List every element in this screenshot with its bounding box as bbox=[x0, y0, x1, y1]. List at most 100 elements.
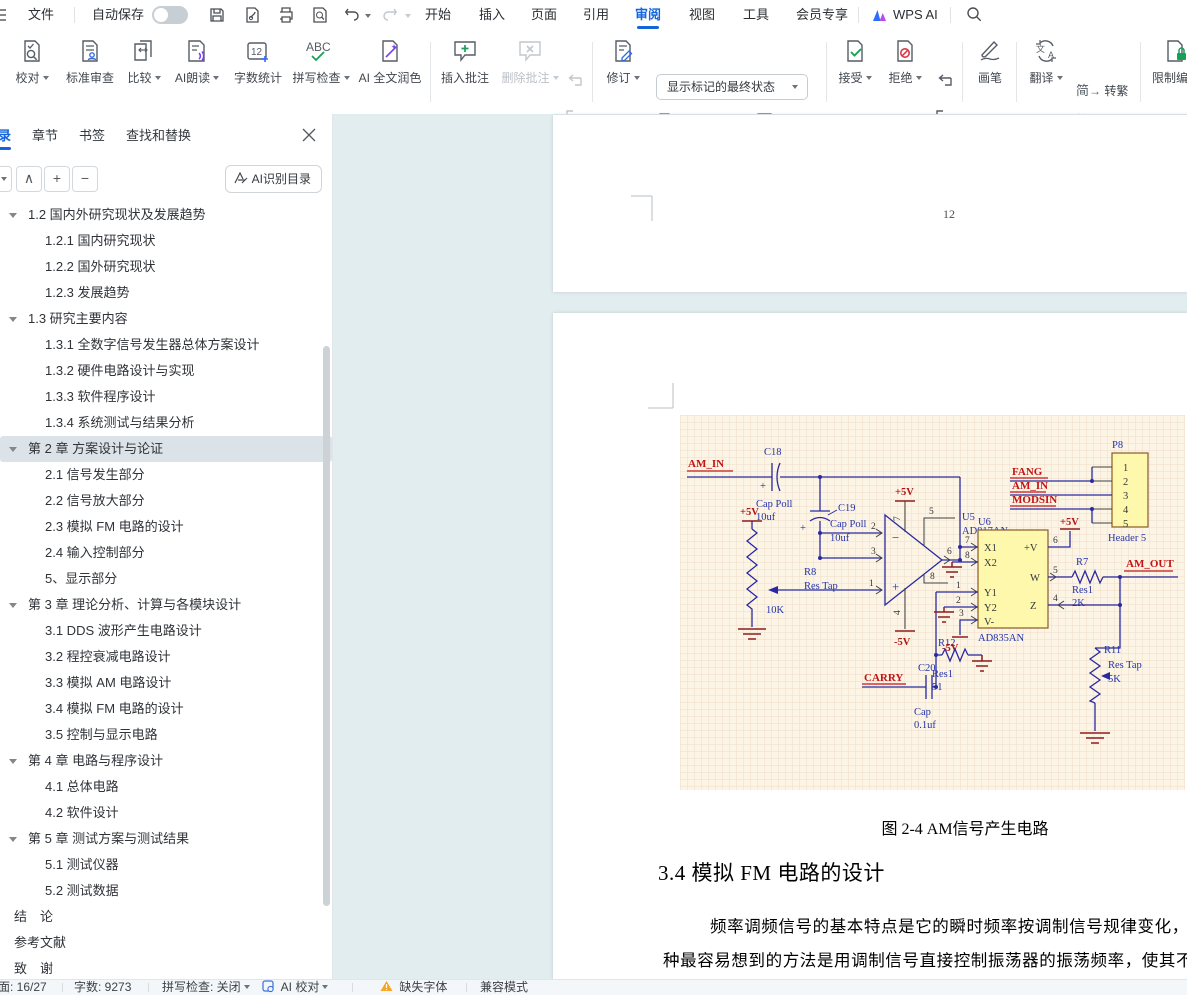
toc-item[interactable]: 1.3.4 系统测试与结果分析 bbox=[0, 410, 332, 436]
toc-item[interactable]: 3.1 DDS 波形产生电路设计 bbox=[0, 618, 332, 644]
paragraph-line-2[interactable]: 种最容易想到的方法是用调制信号直接控制振荡器的振荡频率，使其不失真 bbox=[663, 947, 1187, 971]
menu-tab-member[interactable]: 会员专享 bbox=[796, 0, 848, 30]
collapse-arrow-icon[interactable] bbox=[9, 447, 17, 452]
outline-expand-button[interactable]: + bbox=[44, 166, 70, 192]
toc-item[interactable]: 2.3 模拟 FM 电路的设计 bbox=[0, 514, 332, 540]
outline-up-button[interactable]: ∧ bbox=[16, 166, 42, 192]
undo-icon[interactable] bbox=[344, 6, 362, 24]
toc-item[interactable]: 第 2 章 方案设计与论证 bbox=[0, 436, 332, 462]
toc-item[interactable]: 2.2 信号放大部分 bbox=[0, 488, 332, 514]
menu-tab-view[interactable]: 视图 bbox=[689, 0, 715, 30]
standard-review-button[interactable]: 标准审查 bbox=[62, 38, 118, 86]
track-changes-button[interactable]: 修订 bbox=[598, 38, 648, 86]
translate-button[interactable]: 文 A 翻译 bbox=[1022, 38, 1070, 86]
ink-brush-button[interactable]: 画笔 bbox=[968, 38, 1012, 86]
menu-tab-reference[interactable]: 引用 bbox=[583, 0, 609, 30]
simplified-to-traditional-button[interactable]: 简→ 转繁 bbox=[1076, 80, 1128, 99]
toc-item[interactable]: 4.1 总体电路 bbox=[0, 774, 332, 800]
toc-item[interactable]: 3.5 控制与显示电路 bbox=[0, 722, 332, 748]
ai-polish-button[interactable]: AI 全文润色 bbox=[352, 38, 428, 86]
collapse-arrow-icon[interactable] bbox=[9, 759, 17, 764]
insert-comment-button[interactable]: 插入批注 bbox=[436, 38, 494, 86]
save-icon[interactable] bbox=[208, 6, 226, 24]
toc-item[interactable]: 2.1 信号发生部分 bbox=[0, 462, 332, 488]
collapse-arrow-icon[interactable] bbox=[9, 317, 17, 322]
word-count-button[interactable]: 12 字数统计 bbox=[230, 38, 286, 86]
toc-item[interactable]: 5、显示部分 bbox=[0, 566, 332, 592]
autosave-toggle[interactable] bbox=[152, 6, 188, 24]
toc-item[interactable]: 2.4 输入控制部分 bbox=[0, 540, 332, 566]
accept-button[interactable]: 接受 bbox=[832, 38, 878, 86]
sidebar-tab-chapters[interactable]: 章节 bbox=[32, 122, 58, 150]
toc-item[interactable]: 3.2 程控衰减电路设计 bbox=[0, 644, 332, 670]
spell-check-button[interactable]: ABC 拼写检查 bbox=[290, 38, 352, 86]
toc-item[interactable]: 第 4 章 电路与程序设计 bbox=[0, 748, 332, 774]
outline-collapse-button[interactable]: − bbox=[72, 166, 98, 192]
status-page-indicator[interactable]: 页面: 16/27 bbox=[0, 980, 47, 995]
toc-item[interactable]: 3.4 模拟 FM 电路的设计 bbox=[0, 696, 332, 722]
section-heading[interactable]: 3.4 模拟 FM 电路的设计 bbox=[658, 857, 885, 887]
menu-wps-ai[interactable]: WPS AI bbox=[893, 0, 938, 30]
toc-item[interactable]: 1.3 研究主要内容 bbox=[0, 306, 332, 332]
search-icon[interactable] bbox=[966, 6, 984, 24]
menu-tab-page[interactable]: 页面 bbox=[531, 0, 557, 30]
collapse-all-button[interactable] bbox=[0, 166, 12, 192]
collapse-arrow-icon[interactable] bbox=[9, 837, 17, 842]
status-word-count[interactable]: 字数: 9273 bbox=[74, 980, 131, 995]
toc-item[interactable]: 1.2.2 国外研究现状 bbox=[0, 254, 332, 280]
prev-comment-icon[interactable] bbox=[564, 74, 584, 92]
menu-tab-tools[interactable]: 工具 bbox=[743, 0, 769, 30]
figure-caption[interactable]: 图 2-4 AM信号产生电路 bbox=[665, 815, 1187, 839]
restrict-editing-button[interactable]: 限制编辑 bbox=[1146, 38, 1187, 86]
menu-tab-insert[interactable]: 插入 bbox=[479, 0, 505, 30]
prev-change-icon[interactable] bbox=[934, 74, 954, 92]
menu-tab-home[interactable]: 开始 bbox=[425, 0, 451, 30]
toc-item[interactable]: 1.3.2 硬件电路设计与实现 bbox=[0, 358, 332, 384]
status-spellcheck[interactable]: 拼写检查: 关闭 bbox=[162, 980, 250, 995]
markup-state-dropdown[interactable]: 显示标记的最终状态 bbox=[656, 74, 808, 100]
close-sidebar-icon[interactable] bbox=[301, 127, 317, 143]
status-ai-proof[interactable]: AI 校对 bbox=[262, 980, 328, 995]
toc-item[interactable]: 1.2.1 国内研究现状 bbox=[0, 228, 332, 254]
toc-item[interactable]: 参考文献 bbox=[0, 930, 332, 956]
sidebar-tab-find-replace[interactable]: 查找和替换 bbox=[126, 122, 191, 150]
ai-read-button[interactable]: AI朗读 bbox=[168, 38, 226, 86]
app-menu-icon[interactable] bbox=[0, 7, 10, 25]
delete-comment-button[interactable]: 删除批注 bbox=[498, 38, 562, 86]
compare-button[interactable]: 比较 bbox=[122, 38, 166, 86]
proofread-button[interactable]: 校对 bbox=[6, 38, 58, 86]
status-compat-mode[interactable]: 兼容模式 bbox=[480, 980, 528, 995]
collapse-arrow-icon[interactable] bbox=[9, 213, 17, 218]
redo-caret[interactable] bbox=[405, 14, 411, 18]
menu-file[interactable]: 文件 bbox=[28, 0, 54, 30]
toc-item[interactable]: 第 5 章 测试方案与测试结果 bbox=[0, 826, 332, 852]
print-preview-icon[interactable] bbox=[311, 6, 329, 24]
toc-item[interactable]: 5.2 测试数据 bbox=[0, 878, 332, 904]
toc-item[interactable]: 3.3 模拟 AM 电路设计 bbox=[0, 670, 332, 696]
ai-recognize-toc-button[interactable]: AI识别目录 bbox=[225, 165, 322, 193]
export-icon[interactable] bbox=[243, 6, 261, 24]
toc-item[interactable]: 致 谢 bbox=[0, 956, 332, 980]
reject-button[interactable]: 拒绝 bbox=[882, 38, 928, 86]
sidebar-tab-toc[interactable]: 目录 bbox=[0, 122, 11, 150]
toc-item[interactable]: 1.2.3 发展趋势 bbox=[0, 280, 332, 306]
menu-tab-review[interactable]: 审阅 bbox=[635, 0, 661, 30]
toc-item[interactable]: 1.3.1 全数字信号发生器总体方案设计 bbox=[0, 332, 332, 358]
toc-item[interactable]: 4.2 软件设计 bbox=[0, 800, 332, 826]
page-12[interactable]: 12 bbox=[553, 115, 1187, 292]
sidebar-scrollbar[interactable] bbox=[323, 346, 330, 906]
print-icon[interactable] bbox=[277, 6, 295, 24]
toc-item[interactable]: 5.1 测试仪器 bbox=[0, 852, 332, 878]
am-circuit-figure[interactable]: AM_IN + C18 Cap Poll 10uf + C19 Cap bbox=[680, 415, 1185, 790]
status-missing-font[interactable]: 缺失字体 bbox=[380, 980, 447, 995]
paragraph-line-1[interactable]: 频率调频信号的基本特点是它的瞬时频率按调制信号规律变化，因而 bbox=[710, 913, 1187, 937]
sidebar-tab-bookmarks[interactable]: 书签 bbox=[79, 122, 105, 150]
page-13[interactable]: AM_IN + C18 Cap Poll 10uf + C19 Cap bbox=[553, 313, 1187, 980]
toc-item[interactable]: 第 3 章 理论分析、计算与各模块设计 bbox=[0, 592, 332, 618]
redo-icon[interactable] bbox=[382, 6, 400, 24]
toc-item[interactable]: 1.2 国内外研究现状及发展趋势 bbox=[0, 202, 332, 228]
toc-item[interactable]: 结 论 bbox=[0, 904, 332, 930]
collapse-arrow-icon[interactable] bbox=[9, 603, 17, 608]
undo-caret[interactable] bbox=[365, 14, 371, 18]
toc-item[interactable]: 1.3.3 软件程序设计 bbox=[0, 384, 332, 410]
